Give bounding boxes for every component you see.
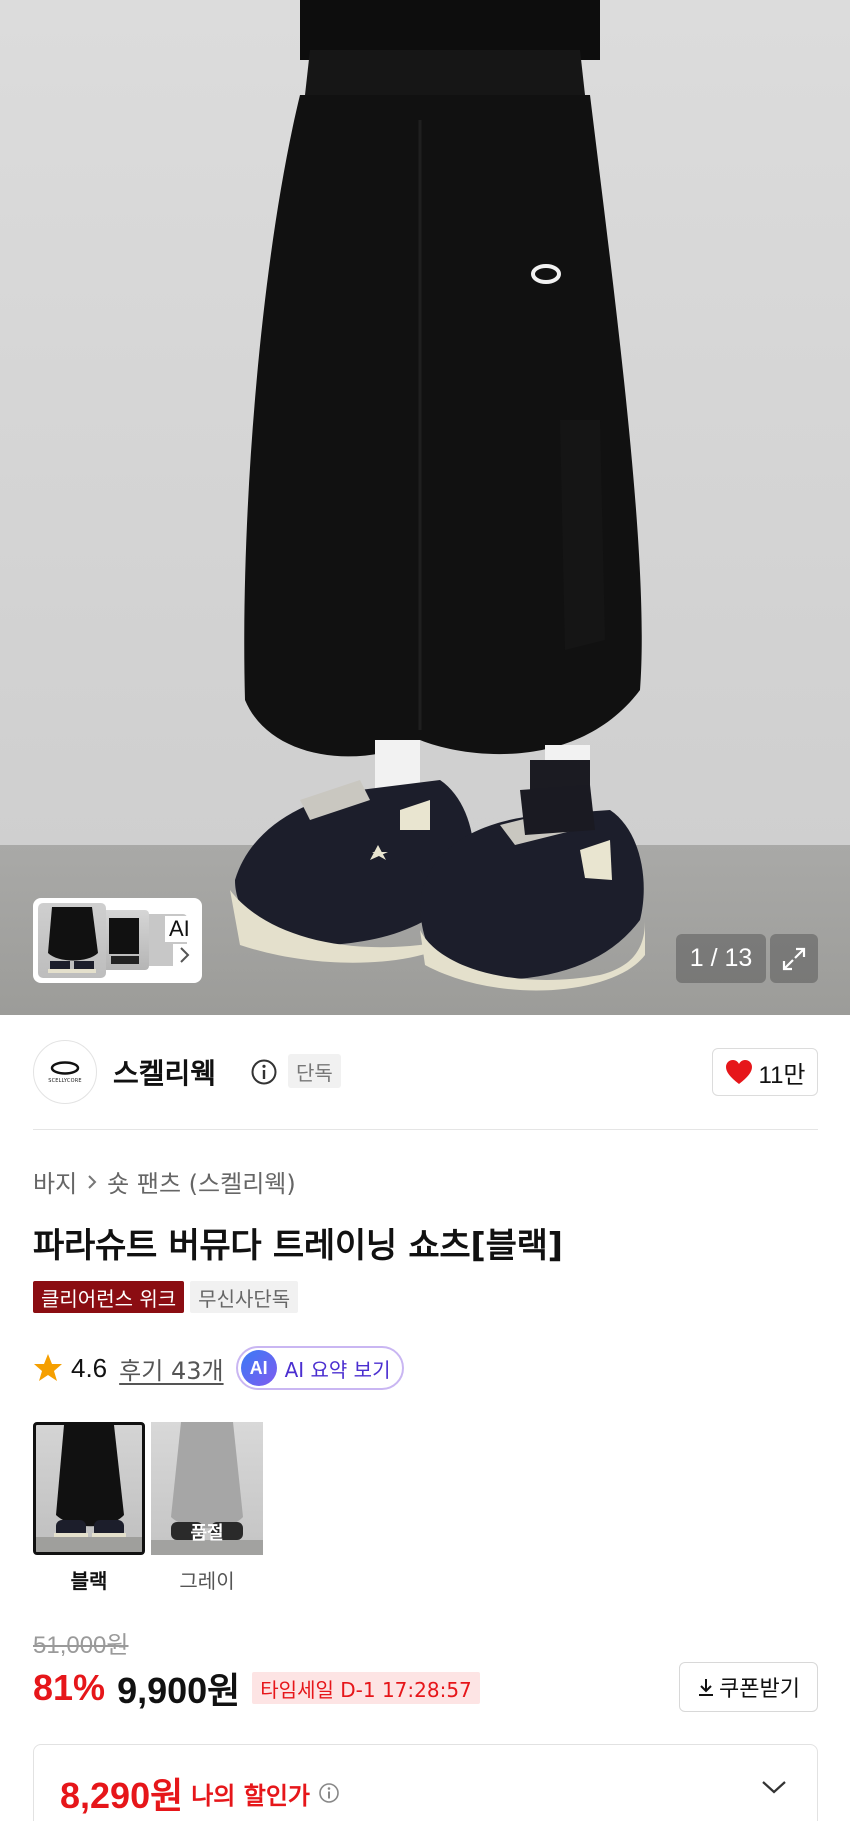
my-price-panel[interactable]: 8,290원 나의 할인가 — [33, 1744, 818, 1821]
brand-name[interactable]: 스켈리웩 — [113, 1052, 216, 1092]
chevron-right-icon — [173, 944, 195, 966]
product-image-gallery[interactable]: AI 1 / 13 — [0, 0, 850, 1015]
divider — [33, 1129, 818, 1130]
thumbnail-image — [99, 910, 149, 970]
brand-logo-text: SCELLYCORE — [48, 1077, 82, 1084]
sold-out-label: 품절 — [190, 1523, 224, 1544]
chevron-down-icon — [762, 1781, 786, 1794]
like-button[interactable]: 11만 — [712, 1048, 818, 1096]
image-counter: 1 / 13 — [676, 934, 766, 983]
expand-button[interactable] — [770, 934, 818, 983]
breadcrumb-item[interactable]: 숏 팬츠 (스켈리웩) — [107, 1164, 296, 1199]
thumbnail-image — [38, 903, 106, 978]
ai-summary-button[interactable]: AI AI 요약 보기 — [235, 1346, 405, 1390]
product-photo — [0, 0, 850, 1015]
breadcrumb-item[interactable]: 바지 — [33, 1164, 77, 1199]
musinsa-exclusive-badge: 무신사단독 — [190, 1281, 299, 1313]
rating-value: 4.6 — [71, 1352, 108, 1383]
product-title: 파라슈트 버뮤다 트레이닝 쇼츠[블랙] — [33, 1226, 563, 1266]
like-count: 11만 — [758, 1061, 806, 1089]
expand-icon — [782, 947, 806, 970]
discount-rate: 81% — [33, 1667, 106, 1708]
exclusive-tag: 단독 — [288, 1054, 341, 1088]
ai-label: AI — [165, 916, 194, 942]
option-thumbnail — [33, 1422, 145, 1555]
ai-summary-label: AI 요약 보기 — [284, 1357, 391, 1382]
sale-price: 9,900원 — [117, 1670, 241, 1711]
timesale-badge: 타임세일 D-1 17:28:57 — [252, 1672, 480, 1704]
brand-row: SCELLYCORE 스켈리웩 단독 11만 — [33, 1040, 818, 1104]
my-price-value: 8,290원 — [60, 1775, 184, 1816]
color-option-gray[interactable]: 품절 그레이 — [151, 1422, 263, 1594]
option-label: 그레이 — [179, 1569, 235, 1593]
heart-icon — [725, 1060, 752, 1084]
review-link[interactable]: 후기 43개 — [119, 1351, 223, 1386]
my-price-label: 나의 할인가 — [191, 1781, 310, 1810]
brand-logo[interactable]: SCELLYCORE — [33, 1040, 97, 1104]
price-row: 81% 9,900원 타임세일 D-1 17:28:57 — [33, 1664, 480, 1712]
brand-mark-icon — [50, 1060, 80, 1075]
coupon-label: 쿠폰받기 — [719, 1677, 800, 1702]
coupon-button[interactable]: 쿠폰받기 — [679, 1662, 818, 1712]
download-icon — [699, 1679, 714, 1696]
ai-icon: AI — [240, 1350, 277, 1386]
option-label: 블랙 — [70, 1569, 108, 1593]
color-options: 블랙 품절 그레이 — [33, 1422, 263, 1594]
chevron-right-icon — [88, 1174, 97, 1189]
rating-row: 4.6 후기 43개 AI AI 요약 보기 — [33, 1346, 405, 1390]
ai-thumbnail-strip[interactable]: AI — [33, 898, 202, 983]
info-icon[interactable] — [318, 1782, 340, 1804]
option-thumbnail: 품절 — [151, 1422, 263, 1555]
color-option-black[interactable]: 블랙 — [33, 1422, 145, 1594]
info-icon[interactable] — [250, 1058, 278, 1086]
star-icon — [34, 1354, 62, 1381]
clearance-badge: 클리어런스 위크 — [33, 1281, 185, 1313]
original-price: 51,000원 — [33, 1632, 129, 1659]
badge-group: 클리어런스 위크 무신사단독 — [33, 1281, 299, 1313]
breadcrumb: 바지 숏 팬츠 (스켈리웩) — [33, 1164, 296, 1199]
